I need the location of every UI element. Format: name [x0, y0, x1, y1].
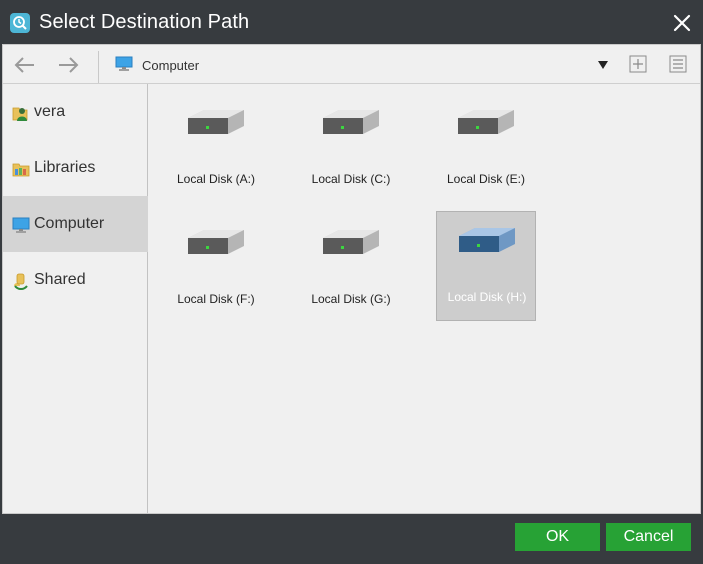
hard-drive-icon — [459, 228, 515, 252]
sidebar-item-vera[interactable]: vera — [3, 84, 148, 140]
sidebar-item-label: Computer — [34, 215, 105, 232]
toolbar: Computer — [3, 45, 700, 84]
chevron-down-icon[interactable] — [597, 60, 609, 70]
disk-grid: Local Disk (A:) Local Disk (C:) Local Di… — [149, 84, 700, 513]
disk-label: Local Disk (H:) — [447, 290, 527, 304]
sidebar-item-label: vera — [34, 103, 66, 120]
list-view-icon[interactable] — [669, 55, 687, 73]
computer-icon — [12, 217, 30, 233]
disk-item-f[interactable]: Local Disk (F:) — [166, 214, 266, 324]
forward-arrow-icon[interactable] — [55, 53, 81, 77]
hard-drive-icon — [323, 110, 379, 134]
disk-label: Local Disk (C:) — [311, 172, 391, 186]
disk-label: Local Disk (E:) — [446, 172, 526, 186]
libraries-icon — [12, 163, 30, 177]
disk-item-e[interactable]: Local Disk (E:) — [436, 94, 536, 204]
main-panel: Computer vera Libraries Computer Shared … — [2, 44, 701, 514]
computer-icon — [115, 56, 133, 71]
path-dropdown[interactable]: Computer — [111, 51, 617, 79]
hard-drive-icon — [323, 230, 379, 254]
disk-label: Local Disk (G:) — [311, 292, 391, 306]
cancel-button[interactable]: Cancel — [606, 523, 691, 551]
ok-button[interactable]: OK — [515, 523, 600, 551]
hard-drive-icon — [188, 110, 244, 134]
user-folder-icon — [12, 107, 28, 121]
sidebar-item-label: Shared — [34, 271, 86, 288]
shared-icon — [14, 273, 28, 290]
select-destination-dialog: Select Destination Path Computer vera Li… — [0, 0, 703, 564]
disk-label: Local Disk (A:) — [176, 172, 256, 186]
hard-drive-icon — [188, 230, 244, 254]
sidebar-item-shared[interactable]: Shared — [3, 252, 148, 308]
disk-label: Local Disk (F:) — [177, 292, 255, 306]
sidebar-item-libraries[interactable]: Libraries — [3, 140, 148, 196]
disk-item-c[interactable]: Local Disk (C:) — [301, 94, 401, 204]
dialog-title: Select Destination Path — [39, 11, 250, 33]
path-label: Computer — [142, 58, 200, 73]
back-arrow-icon[interactable] — [12, 53, 38, 77]
dialog-footer: OK Cancel — [0, 514, 703, 564]
app-logo-icon — [10, 13, 30, 33]
sidebar: vera Libraries Computer Shared — [3, 84, 148, 513]
disk-item-h[interactable]: Local Disk (H:) — [436, 211, 536, 321]
toolbar-separator — [98, 51, 99, 83]
hard-drive-icon — [458, 110, 514, 134]
close-icon[interactable] — [669, 10, 695, 36]
disk-item-g[interactable]: Local Disk (G:) — [301, 214, 401, 324]
sidebar-item-label: Libraries — [34, 159, 96, 176]
disk-item-a[interactable]: Local Disk (A:) — [166, 94, 266, 204]
title-bar: Select Destination Path — [0, 0, 703, 46]
new-folder-icon[interactable] — [629, 55, 647, 73]
sidebar-item-computer[interactable]: Computer — [3, 196, 148, 252]
